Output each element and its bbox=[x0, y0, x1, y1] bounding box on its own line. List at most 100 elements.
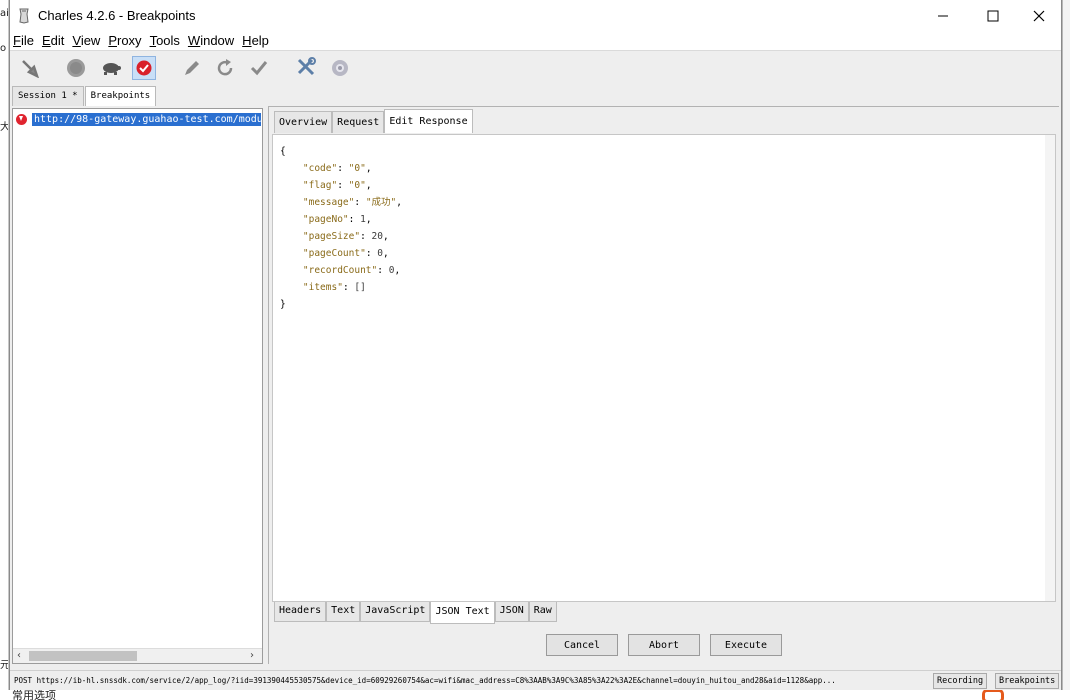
record-icon bbox=[67, 59, 85, 77]
scroll-thumb[interactable] bbox=[29, 651, 137, 661]
menu-bar: File Edit View Proxy Tools Window Help bbox=[10, 31, 1061, 51]
menu-tools[interactable]: Tools bbox=[150, 33, 180, 48]
json-key: "message" bbox=[302, 197, 355, 208]
json-key: "items" bbox=[302, 282, 343, 293]
background-bottom-strip: 常用选项 bbox=[0, 690, 1070, 700]
breakpoint-detail-panel: Overview Request Edit Response { "code":… bbox=[268, 106, 1059, 664]
json-comma: , bbox=[365, 180, 372, 191]
validate-button[interactable] bbox=[247, 56, 271, 80]
maximize-icon bbox=[987, 10, 999, 21]
tools-button[interactable] bbox=[294, 56, 318, 80]
scroll-left-icon[interactable]: ‹ bbox=[17, 650, 21, 661]
json-comma: , bbox=[396, 197, 403, 208]
tab-json-text[interactable]: JSON Text bbox=[430, 602, 495, 624]
background-text-fragment: o bbox=[0, 43, 7, 54]
toolbar bbox=[10, 51, 1061, 84]
tree-item-breakpoint-request[interactable]: http://98-gateway.guahao-test.com/modu bbox=[13, 111, 262, 128]
close-button[interactable] bbox=[1016, 0, 1062, 31]
breakpoints-icon bbox=[136, 60, 152, 76]
repeat-button[interactable] bbox=[213, 56, 237, 80]
breakpoints-toggle-button[interactable] bbox=[132, 56, 156, 80]
settings-gear-icon bbox=[332, 60, 348, 76]
settings-button[interactable] bbox=[328, 56, 352, 80]
validate-check-icon bbox=[250, 61, 268, 76]
throttle-turtle-icon bbox=[103, 63, 121, 75]
request-tree-panel: http://98-gateway.guahao-test.com/modu ‹… bbox=[12, 108, 263, 664]
minimize-button[interactable] bbox=[920, 0, 966, 31]
json-value: [] bbox=[354, 282, 366, 293]
json-close-brace: } bbox=[280, 299, 286, 310]
throttle-button[interactable] bbox=[99, 56, 123, 80]
menu-edit[interactable]: Edit bbox=[42, 33, 64, 48]
tab-session-1[interactable]: Session 1 * bbox=[12, 86, 84, 106]
background-text-fragment: 元 bbox=[0, 660, 9, 671]
json-key: "pageCount" bbox=[302, 248, 366, 259]
charles-window: Charles 4.2.6 - Breakpoints File Edit Vi… bbox=[9, 0, 1062, 690]
json-text[interactable]: { "code": "0", "flag": "0", "message": "… bbox=[280, 143, 402, 313]
tab-text[interactable]: Text bbox=[326, 602, 361, 622]
json-key: "pageSize" bbox=[302, 231, 361, 242]
json-comma: , bbox=[365, 163, 372, 174]
json-open-brace: { bbox=[280, 146, 286, 157]
tab-headers[interactable]: Headers bbox=[274, 602, 327, 622]
ime-indicator-icon bbox=[982, 690, 1004, 700]
detail-tabs: Overview Request Edit Response bbox=[274, 109, 473, 133]
json-comma: , bbox=[383, 231, 389, 242]
tab-request[interactable]: Request bbox=[332, 111, 385, 133]
menu-file[interactable]: File bbox=[13, 33, 34, 48]
background-bottom-text: 常用选项 bbox=[12, 690, 56, 700]
json-comma: , bbox=[365, 214, 372, 225]
tab-breakpoints[interactable]: Breakpoints bbox=[84, 86, 157, 106]
recording-status-button[interactable]: Recording bbox=[933, 673, 988, 689]
json-value: 20 bbox=[371, 231, 383, 242]
minimize-icon bbox=[938, 15, 948, 16]
background-window-right-edge bbox=[1062, 0, 1070, 690]
window-title: Charles 4.2.6 - Breakpoints bbox=[38, 8, 196, 23]
horizontal-scrollbar[interactable]: ‹ › bbox=[13, 648, 262, 663]
json-comma: , bbox=[394, 265, 401, 276]
menu-proxy[interactable]: Proxy bbox=[108, 33, 141, 48]
refresh-icon bbox=[217, 59, 233, 76]
response-body-editor[interactable]: { "code": "0", "flag": "0", "message": "… bbox=[272, 134, 1056, 602]
clear-session-button[interactable] bbox=[17, 56, 41, 80]
record-button[interactable] bbox=[64, 56, 88, 80]
json-value: "0" bbox=[348, 163, 366, 174]
tab-overview[interactable]: Overview bbox=[274, 111, 333, 133]
pen-icon bbox=[185, 61, 199, 75]
menu-help[interactable]: Help bbox=[242, 33, 269, 48]
json-value: "0" bbox=[348, 180, 366, 191]
background-text-fragment: ai bbox=[0, 8, 9, 19]
tab-raw[interactable]: Raw bbox=[528, 602, 557, 622]
compose-button[interactable] bbox=[179, 56, 203, 80]
tree-item-url[interactable]: http://98-gateway.guahao-test.com/modu bbox=[32, 113, 261, 126]
breakpoints-status-button[interactable]: Breakpoints bbox=[995, 673, 1060, 689]
status-message: POST https://ib-hl.snssdk.com/service/2/… bbox=[14, 676, 836, 685]
json-key: "flag" bbox=[302, 180, 338, 191]
tab-json[interactable]: JSON bbox=[494, 602, 529, 622]
json-value: "成功" bbox=[365, 197, 397, 208]
title-bar: Charles 4.2.6 - Breakpoints bbox=[10, 0, 1061, 31]
menu-window[interactable]: Window bbox=[188, 33, 234, 48]
tab-javascript[interactable]: JavaScript bbox=[360, 602, 431, 622]
viewer-tabs: Headers Text JavaScript JSON Text JSON R… bbox=[274, 602, 557, 624]
maximize-button[interactable] bbox=[970, 0, 1016, 31]
scroll-right-icon[interactable]: › bbox=[250, 650, 254, 661]
abort-button[interactable]: Abort bbox=[628, 634, 700, 656]
breakpoint-stop-icon bbox=[16, 114, 27, 125]
editor-vertical-scrollbar[interactable] bbox=[1045, 135, 1055, 601]
cancel-button[interactable]: Cancel bbox=[546, 634, 618, 656]
broom-icon bbox=[22, 60, 39, 78]
json-key: "code" bbox=[302, 163, 338, 174]
execute-button[interactable]: Execute bbox=[710, 634, 782, 656]
background-window-left-edge: ai 大 o 元 bbox=[0, 0, 9, 700]
tab-edit-response[interactable]: Edit Response bbox=[384, 109, 473, 133]
json-key: "recordCount" bbox=[302, 265, 378, 276]
charles-app-icon bbox=[19, 8, 29, 24]
menu-view[interactable]: View bbox=[72, 33, 100, 48]
background-text-fragment: 大 bbox=[0, 122, 9, 133]
close-icon bbox=[1033, 10, 1045, 21]
tools-icon bbox=[297, 57, 316, 76]
session-tabs: Session 1 * Breakpoints bbox=[12, 86, 157, 106]
json-comma: , bbox=[383, 248, 389, 259]
breakpoint-action-buttons: Cancel Abort Execute bbox=[269, 634, 1059, 658]
